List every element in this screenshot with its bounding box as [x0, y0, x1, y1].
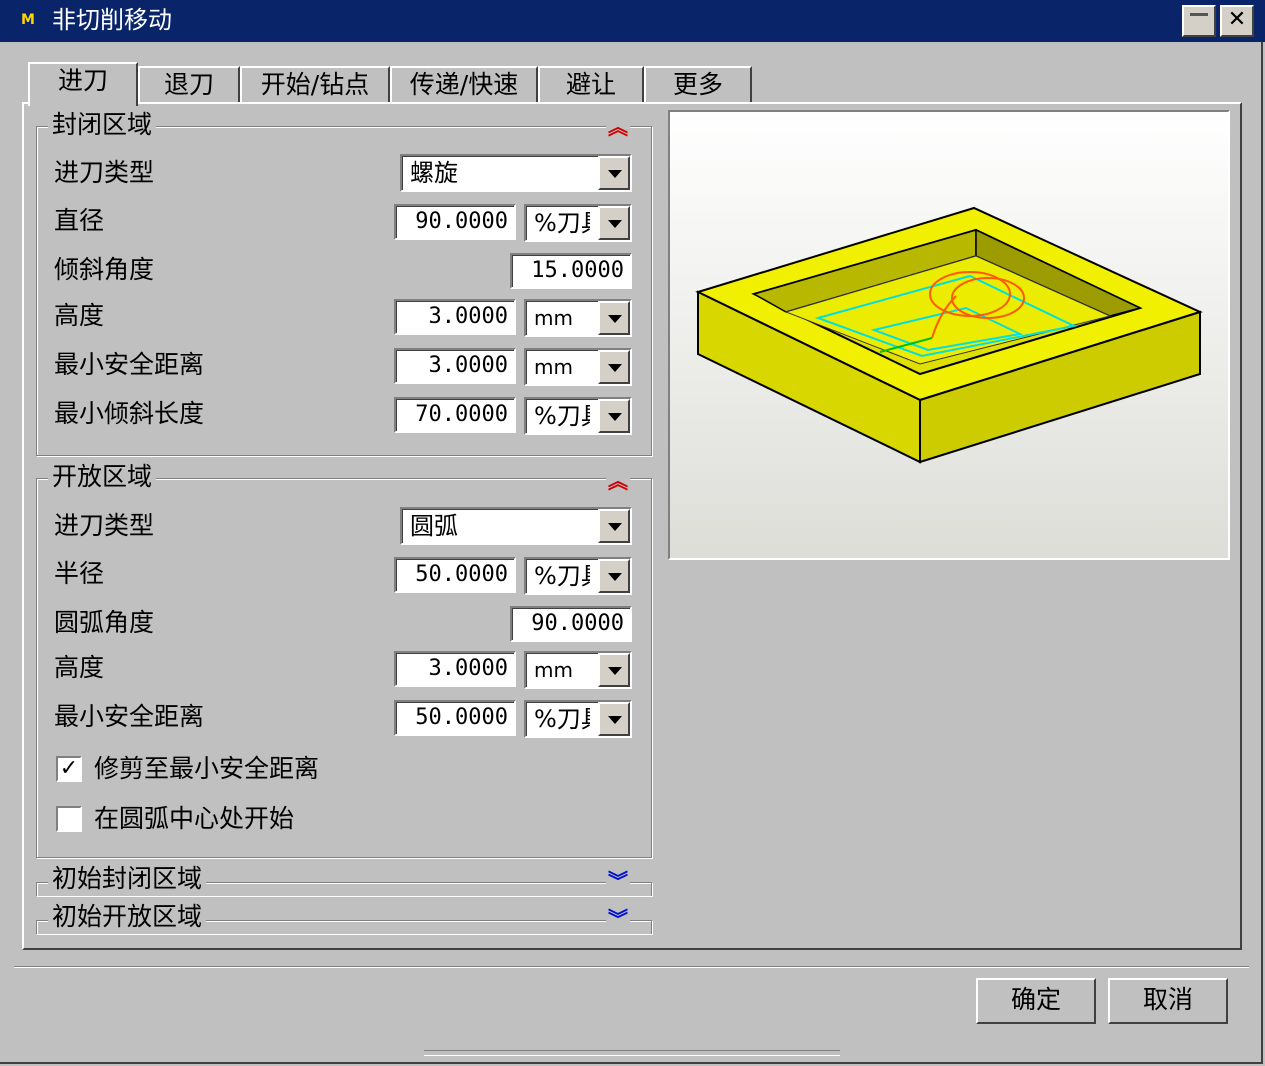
- title-bar[interactable]: M 非切削移动 ✕: [0, 0, 1265, 42]
- initial-closed-area-title[interactable]: 初始封闭区域: [48, 864, 207, 894]
- tab-start-drill-points[interactable]: 开始/钻点: [240, 66, 390, 104]
- closed-ramp-angle-label: 倾斜角度: [54, 255, 155, 284]
- closed-entry-type-label: 进刀类型: [54, 158, 155, 187]
- chevron-down-icon[interactable]: [598, 301, 630, 335]
- start-center-label: 在圆弧中心处开始: [94, 804, 295, 833]
- open-entry-type-select[interactable]: 圆弧: [400, 507, 632, 545]
- open-radius-input[interactable]: 50.0000: [394, 557, 516, 593]
- start-center-checkbox[interactable]: [56, 806, 82, 832]
- part-preview-svg: [695, 206, 1203, 464]
- closed-min-clearance-unit-select[interactable]: mm: [524, 348, 632, 386]
- chevron-down-icon[interactable]: [598, 702, 630, 736]
- open-height-label: 高度: [54, 653, 105, 682]
- preview-image: [668, 110, 1230, 560]
- expand-down-icon[interactable]: ︾: [606, 908, 630, 932]
- tab-more[interactable]: 更多: [644, 66, 752, 104]
- collapse-up-icon[interactable]: ︽: [606, 470, 630, 494]
- tab-engage[interactable]: 进刀: [28, 62, 138, 106]
- chevron-down-icon[interactable]: [598, 156, 630, 190]
- closed-min-ramp-length-unit-select[interactable]: %刀具: [524, 397, 632, 435]
- closed-diameter-unit-select[interactable]: %刀具: [524, 204, 632, 242]
- cancel-button[interactable]: 取消: [1108, 978, 1228, 1024]
- tab-transfer-rapid[interactable]: 传递/快速: [390, 66, 538, 104]
- open-height-input[interactable]: 3.0000: [394, 651, 516, 687]
- open-min-clearance-input[interactable]: 50.0000: [394, 700, 516, 736]
- close-button[interactable]: ✕: [1220, 5, 1254, 37]
- trim-checkbox[interactable]: ✓: [56, 756, 82, 782]
- chevron-down-icon[interactable]: [598, 509, 630, 543]
- window-title: 非切削移动: [52, 6, 172, 34]
- resize-grip[interactable]: [424, 1050, 840, 1056]
- tab-retract[interactable]: 退刀: [138, 66, 240, 104]
- chevron-down-icon[interactable]: [598, 206, 630, 240]
- open-area-title: 开放区域: [48, 462, 157, 492]
- chevron-down-icon[interactable]: [598, 399, 630, 433]
- closed-diameter-input[interactable]: 90.0000: [394, 204, 516, 240]
- footer-separator: [14, 966, 1249, 968]
- open-min-clearance-unit-select[interactable]: %刀具: [524, 700, 632, 738]
- closed-diameter-label: 直径: [54, 206, 105, 235]
- minimize-button[interactable]: [1182, 5, 1216, 37]
- closed-min-ramp-length-input[interactable]: 70.0000: [394, 397, 516, 433]
- ok-button[interactable]: 确定: [976, 978, 1096, 1024]
- closed-min-clearance-input[interactable]: 3.0000: [394, 348, 516, 384]
- checkmark-icon: ✓: [59, 756, 79, 781]
- close-icon: ✕: [1227, 7, 1247, 32]
- closed-area-title: 封闭区域: [48, 110, 157, 140]
- open-arc-angle-label: 圆弧角度: [54, 608, 155, 637]
- open-radius-unit-select[interactable]: %刀具: [524, 557, 632, 595]
- trim-label: 修剪至最小安全距离: [94, 754, 320, 783]
- chevron-down-icon[interactable]: [598, 350, 630, 384]
- open-height-unit-select[interactable]: mm: [524, 651, 632, 689]
- open-entry-type-label: 进刀类型: [54, 511, 155, 540]
- expand-down-icon[interactable]: ︾: [606, 870, 630, 894]
- open-min-clearance-label: 最小安全距离: [54, 702, 205, 731]
- chevron-down-icon[interactable]: [598, 653, 630, 687]
- closed-entry-type-select[interactable]: 螺旋: [400, 154, 632, 192]
- closed-min-clearance-label: 最小安全距离: [54, 350, 205, 379]
- closed-height-label: 高度: [54, 301, 105, 330]
- dialog-window: M 非切削移动 ✕ 进刀 退刀 开始/钻点 传递/快速 避让 更多 封闭区域 ︽…: [0, 0, 1265, 1064]
- closed-min-ramp-length-label: 最小倾斜长度: [54, 399, 205, 428]
- app-icon: M: [21, 12, 35, 28]
- open-radius-label: 半径: [54, 559, 105, 588]
- closed-ramp-angle-input[interactable]: 15.0000: [510, 253, 632, 289]
- minimize-icon: [1190, 13, 1208, 16]
- initial-open-area-title[interactable]: 初始开放区域: [48, 902, 207, 932]
- chevron-down-icon[interactable]: [598, 559, 630, 593]
- open-arc-angle-input[interactable]: 90.0000: [510, 606, 632, 642]
- closed-height-unit-select[interactable]: mm: [524, 299, 632, 337]
- collapse-up-icon[interactable]: ︽: [606, 116, 630, 140]
- closed-height-input[interactable]: 3.0000: [394, 299, 516, 335]
- tab-avoidance[interactable]: 避让: [538, 66, 644, 104]
